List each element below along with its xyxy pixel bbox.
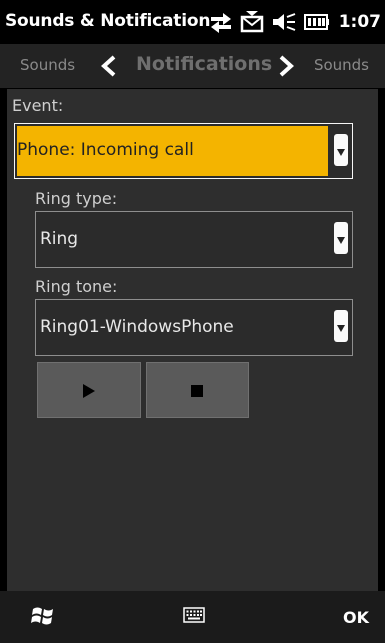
event-select[interactable]: Phone: Incoming call xyxy=(14,123,353,179)
tab-previous-sounds[interactable]: Sounds xyxy=(20,56,75,74)
chevron-down-icon[interactable] xyxy=(334,134,348,166)
stop-button[interactable] xyxy=(146,362,249,418)
tab-header: Sounds Notifications Sounds xyxy=(0,44,385,88)
ring-tone-value: Ring01-WindowsPhone xyxy=(40,317,234,337)
ring-type-label: Ring type: xyxy=(35,189,118,208)
chevron-left-icon[interactable] xyxy=(100,55,118,81)
tab-next-sounds[interactable]: Sounds xyxy=(314,56,369,74)
ring-type-select[interactable]: Ring xyxy=(35,211,353,268)
message-icon xyxy=(240,11,264,33)
ring-tone-label: Ring tone: xyxy=(35,277,118,296)
status-bar: Sounds & Notification 1:07 xyxy=(0,0,385,44)
chevron-right-icon[interactable] xyxy=(277,55,295,81)
ring-tone-select[interactable]: Ring01-WindowsPhone xyxy=(35,299,353,356)
ring-type-value: Ring xyxy=(40,229,79,249)
chevron-down-icon[interactable] xyxy=(334,222,348,254)
play-icon xyxy=(83,384,95,398)
stop-icon xyxy=(191,385,203,397)
battery-icon xyxy=(303,12,330,32)
status-icons: 1:07 xyxy=(209,9,381,35)
app-title: Sounds & Notification xyxy=(5,11,211,31)
tab-notifications[interactable]: Notifications xyxy=(136,53,272,75)
chevron-down-icon[interactable] xyxy=(334,310,348,342)
windows-start-icon[interactable] xyxy=(31,605,55,631)
softkey-bar: OK xyxy=(0,591,385,643)
ok-button[interactable]: OK xyxy=(343,608,369,627)
volume-icon xyxy=(271,11,297,33)
play-button[interactable] xyxy=(37,362,141,418)
keyboard-icon[interactable] xyxy=(183,607,205,627)
clock: 1:07 xyxy=(338,12,381,32)
event-label: Event: xyxy=(12,96,64,115)
notifications-panel: Event: Phone: Incoming call Ring type: R… xyxy=(7,89,378,591)
event-select-value: Phone: Incoming call xyxy=(17,140,194,160)
sync-icon xyxy=(209,11,233,33)
